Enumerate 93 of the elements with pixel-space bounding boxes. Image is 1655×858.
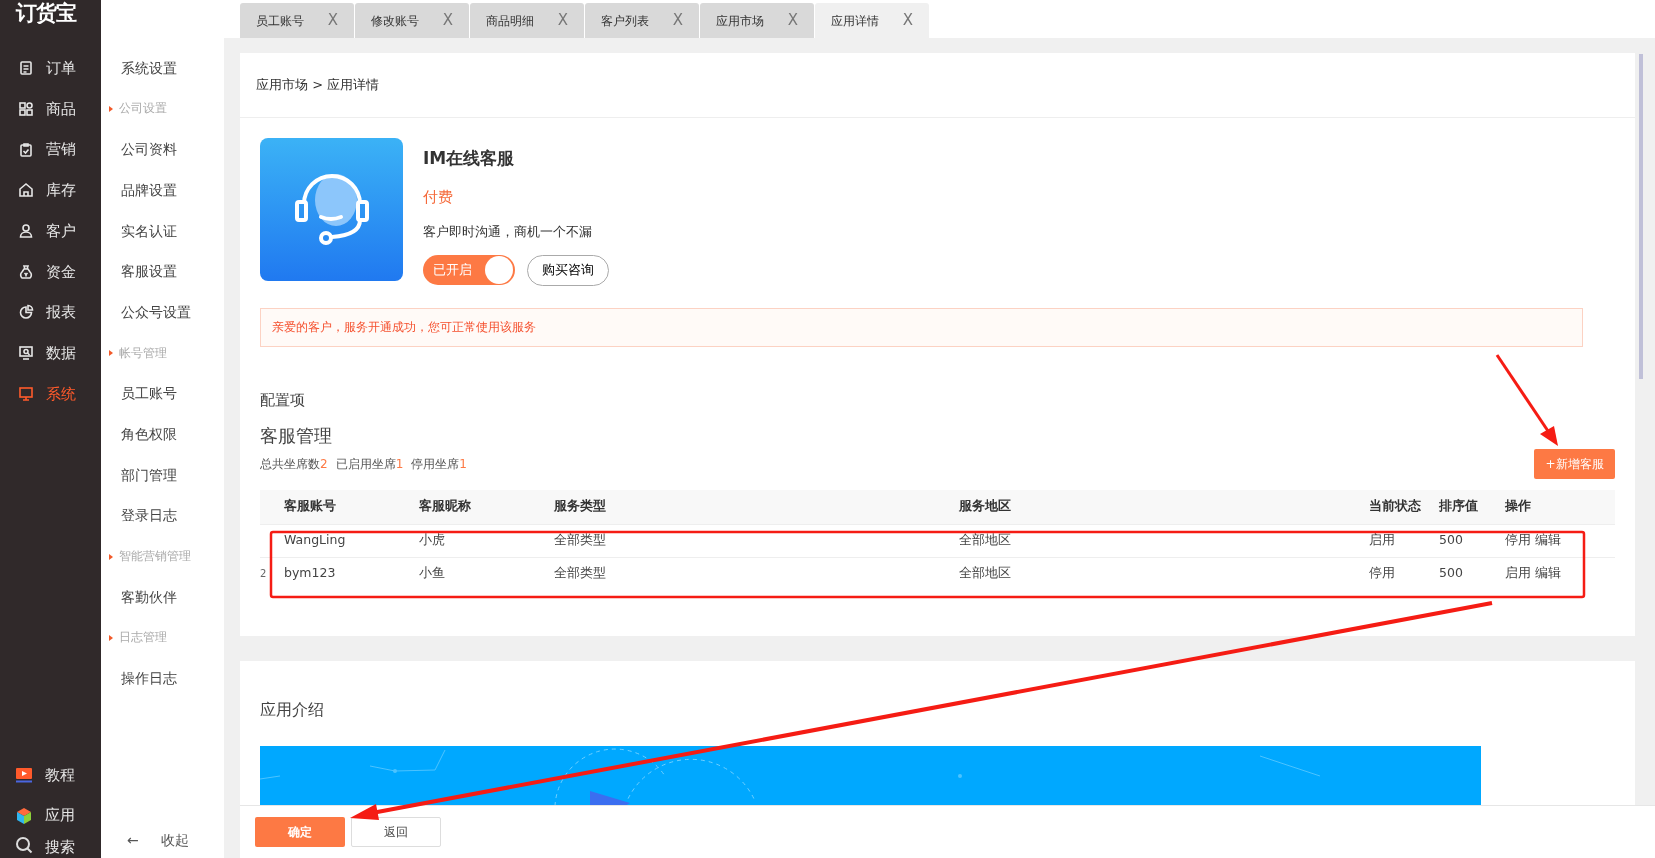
submenu-item[interactable]: 公司资料 [101,129,224,171]
submenu-item[interactable]: 部门管理 [101,454,224,496]
submenu-item[interactable]: 员工账号 [101,373,224,415]
submenu-group-label: 公司设置 [119,100,167,118]
scrollbar[interactable] [1639,54,1643,379]
column-header: 服务类型 [554,498,606,514]
breadcrumb: 应用市场 > 应用详情 [256,76,380,95]
action-link[interactable]: 编辑 [1535,532,1561,548]
tab[interactable]: 应用详情 [831,11,879,30]
section-title: 客服管理 [260,424,333,448]
app-icon [260,138,403,281]
table-cell: WangLing [284,532,346,548]
submenu-item[interactable]: 实名认证 [101,210,224,252]
submenu-group-label: 日志管理 [119,629,167,647]
action-link[interactable]: 停用 [1505,532,1531,548]
section-label: 配置项 [260,389,306,411]
grid-icon [18,101,34,118]
column-header: 当前状态 [1369,498,1421,514]
submenu-item[interactable]: 客勤伙伴 [101,576,224,618]
table-cell: 小虎 [419,532,445,548]
submenu-item[interactable]: 角色权限 [101,414,224,455]
table-cell: 停用 [1369,565,1395,581]
section-title: 应用介绍 [260,699,325,721]
tab[interactable]: 客户列表 [601,11,649,30]
play-screen-icon [15,765,33,784]
triangle-icon [109,350,113,357]
triangle-icon [109,106,113,113]
submenu-group-label: 帐号管理 [119,344,167,362]
monitor-icon [18,385,34,402]
search-icon [15,836,33,854]
arrow-icon[interactable]: ← [127,830,139,851]
tab[interactable]: 应用市场 [716,11,764,30]
table-cell: 500 [1439,565,1463,581]
success-alert: 亲爱的客户，服务开通成功，您可正常使用该服务 [260,307,1583,347]
table-cell: 启用 [1369,532,1395,548]
column-header: 客服昵称 [419,498,471,514]
table-cell: bym123 [284,565,336,581]
table-cell: 500 [1439,532,1463,548]
pie-chart-icon [18,304,34,321]
nav-item[interactable]: 系统 [0,373,101,415]
triangle-icon [109,634,113,641]
nav-item[interactable]: 资金 [0,251,101,293]
app-title: IM在线客服 [423,147,516,170]
table-cell: 小鱼 [419,565,445,581]
nav-item[interactable]: 教程 [0,754,101,796]
nav-item[interactable]: 应用 [0,795,101,836]
row-number: 2 [260,568,267,580]
table-cell: 全部地区 [959,532,1011,548]
triangle-icon [109,553,113,560]
action-link[interactable]: 启用 [1505,565,1531,581]
submenu-item[interactable]: 登录日志 [101,495,224,537]
collapse-link[interactable]: 收起 [160,830,189,851]
nav-item[interactable]: 订单 [0,48,101,89]
submenu-item[interactable]: 客服设置 [101,251,224,293]
monitor-search-icon [18,345,34,362]
submenu-group-label: 智能营销管理 [119,547,191,565]
nav-item[interactable]: 数据 [0,332,101,374]
back-button[interactable]: 返回 [351,817,441,847]
column-header: 排序值 [1439,498,1478,514]
action-link[interactable]: 编辑 [1535,565,1561,581]
column-header: 操作 [1505,498,1531,514]
column-header: 服务地区 [959,498,1011,514]
consult-button[interactable]: 购买咨询 [527,254,609,286]
tab[interactable]: 商品明细 [486,11,534,30]
money-bag-icon [18,263,34,280]
person-icon [18,223,34,240]
nav-item[interactable]: 报表 [0,292,101,333]
price-label: 付费 [423,186,454,208]
tab[interactable]: 员工账号 [256,11,304,30]
seat-count: 已启用坐席1 [335,456,404,473]
app-description: 客户即时沟通，商机一个不漏 [423,223,593,241]
clipboard-icon [18,141,34,158]
table-cell: 全部地区 [959,565,1011,581]
submenu-item[interactable]: 系统设置 [101,48,224,89]
logo: 订货宝 [14,0,78,27]
cube-icon [15,806,33,825]
submenu-item[interactable]: 公众号设置 [101,292,224,333]
house-icon [18,182,34,199]
table-cell: 全部类型 [554,532,606,548]
submenu-item[interactable]: 操作日志 [101,658,224,699]
document-icon [18,60,34,77]
submenu-item[interactable]: 品牌设置 [101,170,224,211]
table-cell: 全部类型 [554,565,606,581]
close-icon[interactable]: X [902,9,913,32]
tab[interactable]: 修改账号 [371,11,419,30]
nav-item[interactable]: 商品 [0,88,101,130]
nav-item[interactable]: 搜索 [0,836,101,858]
nav-item[interactable]: 营销 [0,129,101,171]
seat-count: 停用坐席1 [411,456,467,473]
nav-item[interactable]: 库存 [0,170,101,211]
column-header: 客服账号 [284,498,336,514]
nav-item[interactable]: 客户 [0,210,101,252]
seat-count: 总共坐席数2 [260,456,328,473]
